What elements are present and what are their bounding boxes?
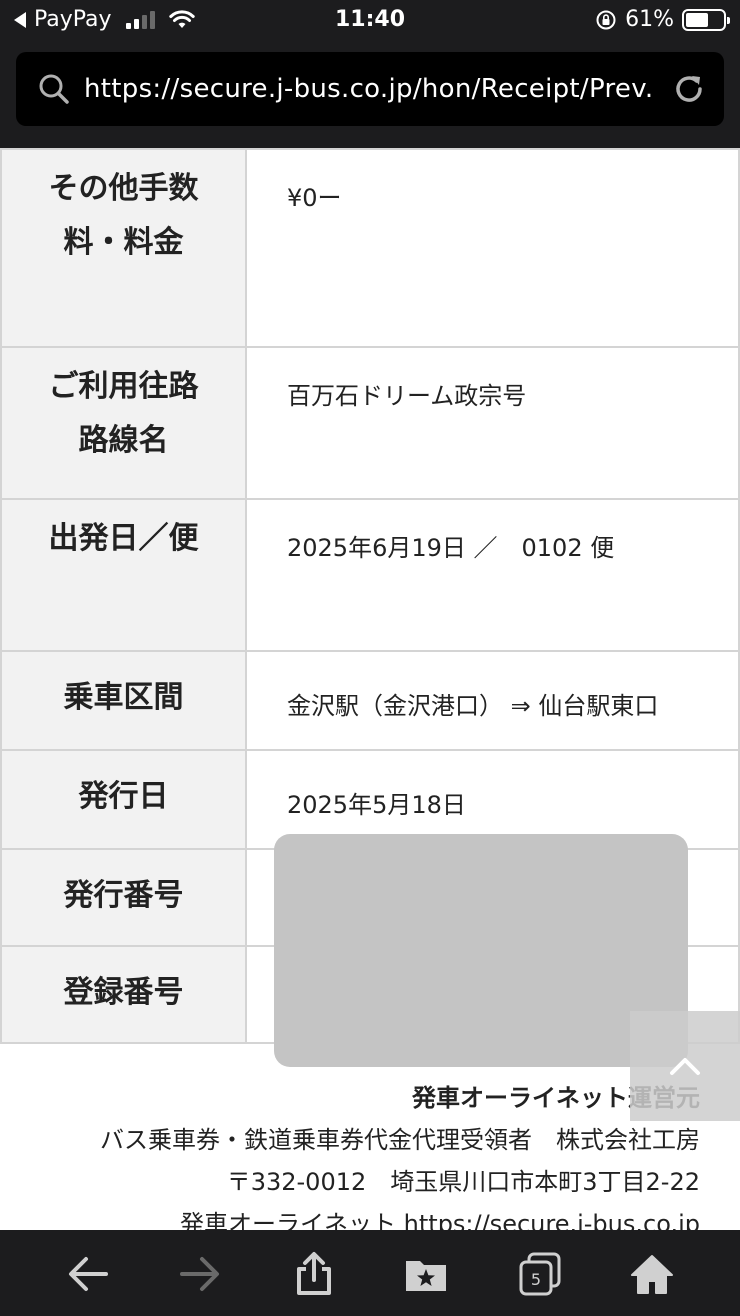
row-value: ¥0ー xyxy=(245,148,740,348)
chevron-up-icon xyxy=(670,1058,700,1075)
row-label: 出発日／便 xyxy=(48,521,199,556)
share-button[interactable] xyxy=(290,1250,338,1298)
table-row: ご利用往路路線名 百万石ドリーム政宗号 xyxy=(0,346,740,500)
home-button[interactable] xyxy=(628,1250,676,1298)
tabs-button[interactable]: 5 xyxy=(516,1250,564,1298)
arrow-left-icon xyxy=(69,1257,108,1291)
table-row: 出発日／便 2025年6月19日 ／ 0102 便 xyxy=(0,498,740,652)
footer-operator: 発車オーライネット運営元 xyxy=(412,1084,700,1112)
url-bar[interactable]: https://secure.j-bus.co.jp/hon/Receipt/P… xyxy=(16,52,724,126)
row-value: 百万石ドリーム政宗号 xyxy=(245,346,740,500)
row-value: 2025年6月19日 ／ 0102 便 xyxy=(245,498,740,652)
battery-icon xyxy=(682,8,730,31)
row-label: 発行日 xyxy=(78,779,169,814)
scroll-to-top-button[interactable] xyxy=(630,1011,740,1121)
row-label: ご利用往路路線名 xyxy=(48,369,199,458)
table-row: 乗車区間 金沢駅（金沢港口） ⇒ 仙台駅東口 xyxy=(0,650,740,751)
row-label: 発行番号 xyxy=(63,878,184,913)
url-text[interactable]: https://secure.j-bus.co.jp/hon/Receipt/P… xyxy=(84,74,654,104)
footer-company: バス乗車券・鉄道乗車券代金代理受領者 株式会社工房 xyxy=(100,1126,700,1154)
tabs-icon: 5 xyxy=(519,1252,561,1296)
reload-icon[interactable] xyxy=(672,72,706,106)
redaction-overlay xyxy=(274,834,688,1067)
forward-button[interactable] xyxy=(176,1250,224,1298)
browser-toolbar: 5 xyxy=(0,1230,740,1316)
tab-count: 5 xyxy=(531,1270,541,1289)
arrow-right-icon xyxy=(180,1257,219,1291)
share-icon xyxy=(297,1252,331,1295)
search-icon xyxy=(39,74,69,104)
row-label: 登録番号 xyxy=(63,975,184,1010)
footer-address: 〒332-0012 埼玉県川口市本町3丁目2-22 xyxy=(226,1168,700,1196)
status-bar: PayPay 11:40 61% xyxy=(0,0,740,44)
row-label: その他手数料・料金 xyxy=(48,171,199,260)
bookmarks-button[interactable] xyxy=(402,1250,450,1298)
table-row: その他手数料・料金 ¥0ー xyxy=(0,148,740,348)
battery-percent: 61% xyxy=(625,7,674,32)
row-value: 金沢駅（金沢港口） ⇒ 仙台駅東口 xyxy=(245,650,740,751)
bookmark-folder-icon xyxy=(406,1261,446,1291)
home-icon xyxy=(631,1255,673,1294)
footer: 発車オーライネット運営元 バス乗車券・鉄道乗車券代金代理受領者 株式会社工房 〒… xyxy=(100,1080,700,1242)
row-label: 乗車区間 xyxy=(63,680,184,715)
orientation-lock-icon xyxy=(596,10,616,29)
browser-url-area: https://secure.j-bus.co.jp/hon/Receipt/P… xyxy=(0,44,740,148)
back-button[interactable] xyxy=(64,1250,112,1298)
